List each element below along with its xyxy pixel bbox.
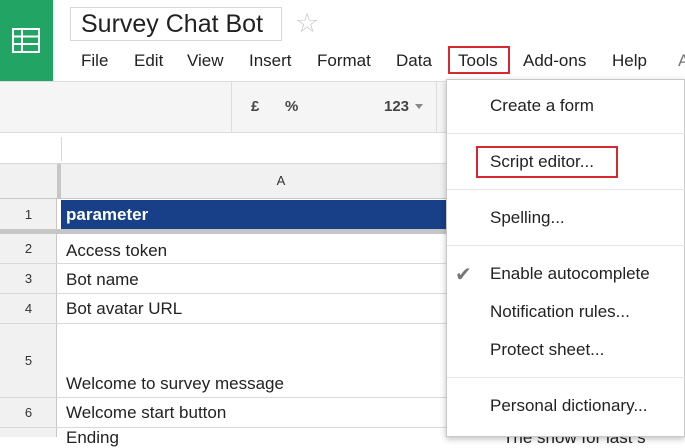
freeze-divider[interactable] [0,229,446,234]
menu-help[interactable]: Help [612,48,647,74]
menu-tools[interactable]: Tools [458,48,498,74]
more-formats-button[interactable]: 123 [384,97,409,117]
row-number[interactable]: 1 [0,207,57,222]
row-divider [0,293,500,294]
menu-separator [447,133,685,134]
menu-data[interactable]: Data [396,48,432,74]
menu-separator [447,189,685,190]
cell-a5[interactable]: Welcome to survey message [66,374,284,394]
currency-format-button[interactable]: £ [251,97,259,117]
cell-a7[interactable]: Ending [66,428,119,448]
chevron-down-icon[interactable] [415,104,423,109]
row-number[interactable]: 4 [0,301,57,316]
star-icon[interactable]: ☆ [295,8,319,38]
check-icon: ✔ [455,264,472,286]
row-number[interactable]: 5 [0,353,57,368]
menu-item-protect-sheet[interactable]: Protect sheet... [490,340,604,360]
row-number-column [0,199,57,437]
toolbar-divider [231,82,232,132]
cell-a1[interactable]: parameter [61,200,451,229]
cell-a1-text: parameter [66,205,149,224]
menu-accessibility[interactable]: A [678,48,685,74]
percent-format-button[interactable]: % [285,97,298,117]
cell-a4[interactable]: Bot avatar URL [66,299,182,319]
menu-addons[interactable]: Add-ons [523,48,586,74]
row-number[interactable]: 3 [0,271,57,286]
menu-item-script-editor[interactable]: Script editor... [490,152,594,172]
sheets-logo[interactable] [0,0,53,81]
menu-insert[interactable]: Insert [249,48,292,74]
row-number[interactable]: 2 [0,241,57,256]
row-divider [0,323,500,324]
menu-item-notification-rules[interactable]: Notification rules... [490,302,630,322]
sheets-grid-icon [12,28,40,53]
row-divider [0,263,500,264]
column-header-a[interactable]: A [61,164,501,199]
toolbar-divider [436,82,437,132]
row-divider [0,397,500,398]
menu-separator [447,245,685,246]
menu-format[interactable]: Format [317,48,371,74]
row-number[interactable]: 6 [0,405,57,420]
formula-bar-divider [61,137,62,161]
menu-item-enable-autocomplete[interactable]: Enable autocomplete [490,264,650,284]
menu-separator [447,377,685,378]
menu-item-create-form[interactable]: Create a form [490,96,594,116]
menu-file[interactable]: File [81,48,108,74]
menu-item-spelling[interactable]: Spelling... [490,208,565,228]
cell-a6[interactable]: Welcome start button [66,403,226,423]
document-title[interactable]: Survey Chat Bot [70,7,282,41]
menu-view[interactable]: View [187,48,224,74]
cell-a3[interactable]: Bot name [66,270,139,290]
menu-edit[interactable]: Edit [134,48,163,74]
menu-item-personal-dictionary[interactable]: Personal dictionary... [490,396,647,416]
cell-a2[interactable]: Access token [66,241,167,261]
select-all-corner[interactable] [0,164,61,199]
